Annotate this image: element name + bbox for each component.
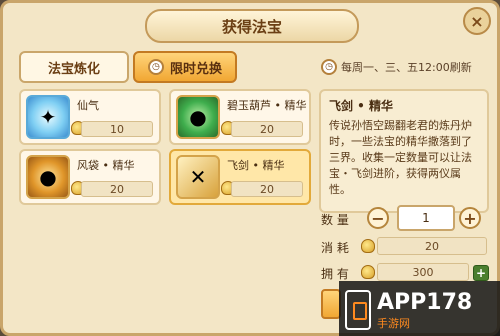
owned-value: 300 xyxy=(377,263,469,281)
gold-pot-icon xyxy=(361,239,375,253)
phone-logo-icon xyxy=(345,290,371,330)
flying-sword-icon: ✕ xyxy=(176,155,220,199)
item-name: 碧玉葫芦 • 精华 xyxy=(227,99,307,112)
clock-icon: ◷ xyxy=(321,59,337,75)
item-cost: 20 xyxy=(231,181,303,197)
wind-bag-icon: ● xyxy=(26,155,70,199)
consume-label: 消 耗 xyxy=(321,241,349,255)
quantity-increase-button[interactable]: + xyxy=(459,207,481,229)
clock-icon: ◷ xyxy=(147,59,164,75)
watermark-subtext: 手游网 xyxy=(377,316,410,330)
consume-value: 20 xyxy=(377,237,487,255)
tab-refine[interactable]: 法宝炼化 xyxy=(19,51,129,83)
quantity-decrease-button[interactable]: − xyxy=(367,207,389,229)
item-wind-bag[interactable]: ● 风袋 • 精华 20 xyxy=(19,149,161,205)
gold-pot-icon xyxy=(361,265,375,279)
description-text: 传说孙悟空踢翻老君的炼丹炉时，一些法宝的精华撒落到了三界。收集一定数量可以让法宝… xyxy=(329,119,472,196)
item-cost: 20 xyxy=(81,181,153,197)
item-cost: 10 xyxy=(81,121,153,137)
tab-refine-label: 法宝炼化 xyxy=(47,61,100,77)
site-watermark: APP178 手游网 xyxy=(339,281,500,336)
refresh-text: 每周一、三、五12:00刷新 xyxy=(341,61,472,74)
item-name: 飞剑 • 精华 xyxy=(227,159,285,172)
description-title: 飞剑 • 精华 xyxy=(329,99,394,113)
item-cost: 20 xyxy=(231,121,303,137)
item-name: 仙气 xyxy=(77,99,99,112)
item-description: 飞剑 • 精华 传说孙悟空踢翻老君的炼丹炉时，一些法宝的精华撒落到了三界。收集一… xyxy=(319,89,489,213)
panel-title: 获得法宝 xyxy=(145,9,359,43)
quantity-input[interactable]: 1 xyxy=(397,205,455,231)
sparkle-orb-icon: ✦ xyxy=(26,95,70,139)
tab-exchange-label: 限时兑换 xyxy=(169,61,222,77)
exchange-panel: 获得法宝 × 法宝炼化 ◷ 限时兑换 ◷ 每周一、三、五12:00刷新 ✦ 仙气… xyxy=(0,0,500,336)
add-currency-button[interactable]: + xyxy=(473,265,489,281)
watermark-text: APP178 xyxy=(377,289,473,315)
item-name: 风袋 • 精华 xyxy=(77,159,135,172)
owned-label: 拥 有 xyxy=(321,267,349,281)
item-xianqi[interactable]: ✦ 仙气 10 xyxy=(19,89,161,145)
item-flying-sword[interactable]: ✕ 飞剑 • 精华 20 xyxy=(169,149,311,205)
tab-limited-exchange[interactable]: ◷ 限时兑换 xyxy=(133,51,237,83)
item-grid: ✦ 仙气 10 ● 碧玉葫芦 • 精华 20 ● 风袋 • 精华 20 ✕ 飞剑… xyxy=(19,89,315,317)
quantity-label: 数 量 xyxy=(321,213,349,227)
refresh-schedule: ◷ 每周一、三、五12:00刷新 xyxy=(321,59,472,75)
item-jade-gourd[interactable]: ● 碧玉葫芦 • 精华 20 xyxy=(169,89,311,145)
exchange-button[interactable] xyxy=(321,289,341,319)
close-button[interactable]: × xyxy=(463,7,491,35)
green-gourd-icon: ● xyxy=(176,95,220,139)
